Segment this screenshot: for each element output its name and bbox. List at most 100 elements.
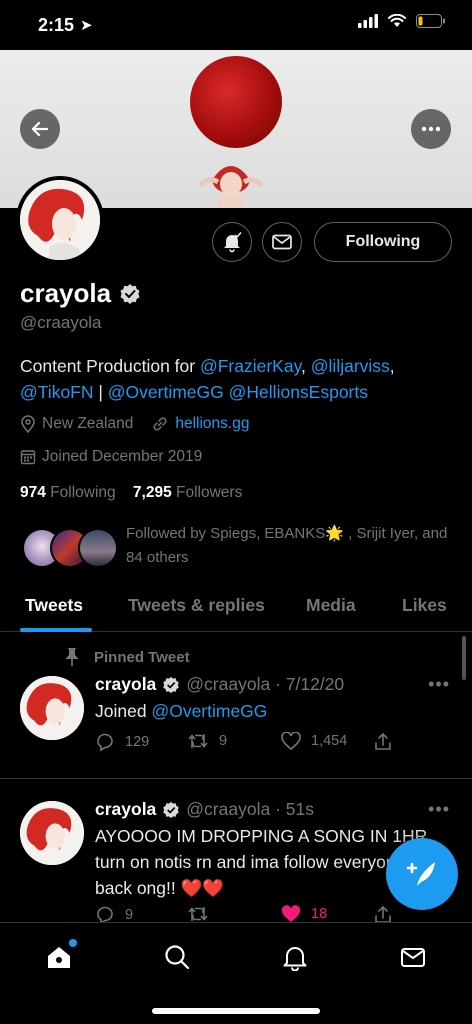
more-icon xyxy=(421,126,441,132)
tweet-author-name[interactable]: crayola xyxy=(95,799,156,820)
home-indicator[interactable] xyxy=(152,1008,320,1014)
retweet-button[interactable]: 9 xyxy=(187,732,227,750)
like-button[interactable]: 1,454 xyxy=(281,732,347,750)
verified-badge-icon xyxy=(163,801,180,818)
tab-tweets[interactable]: Tweets xyxy=(25,595,83,616)
more-options-button[interactable] xyxy=(411,109,451,149)
followed-by-avatars[interactable] xyxy=(22,528,122,568)
notifications-icon xyxy=(283,947,307,971)
share-icon xyxy=(375,732,391,750)
profile-meta-row: New Zealand hellions.gg xyxy=(20,415,249,433)
tweet-text: Joined @OvertimeGG xyxy=(95,698,455,724)
like-count: 18 xyxy=(311,906,328,922)
bio-mention-overtimegg[interactable]: @OvertimeGG xyxy=(108,382,224,402)
followers-count-link[interactable]: 7,295 Followers xyxy=(133,484,242,501)
retweet-icon xyxy=(188,734,208,748)
status-time: 2:15 xyxy=(38,15,75,35)
following-button[interactable]: Following xyxy=(314,222,452,262)
calendar-icon xyxy=(20,450,36,465)
bio-mention-frazierkay[interactable]: @FrazierKay xyxy=(200,356,301,376)
nav-home[interactable] xyxy=(43,939,77,973)
tweet-header: crayola @craayola · 7/12/20 xyxy=(95,674,344,695)
pinned-label: Pinned Tweet xyxy=(94,648,190,666)
wifi-icon xyxy=(388,14,406,27)
reply-button[interactable]: 129 xyxy=(95,732,149,752)
nav-notifications[interactable] xyxy=(279,941,311,973)
bio-separator: , xyxy=(389,356,395,376)
banner-red-moon xyxy=(190,56,282,148)
status-indicators xyxy=(358,14,446,28)
link-icon xyxy=(153,417,167,431)
share-button[interactable] xyxy=(373,732,393,752)
tab-likes[interactable]: Likes xyxy=(402,595,447,616)
message-button[interactable] xyxy=(262,222,302,262)
avatar-illustration xyxy=(20,180,100,260)
avatar-illustration xyxy=(20,801,84,865)
tweet-text-prefix: Joined xyxy=(95,701,152,721)
notifications-toggle-button[interactable] xyxy=(212,222,252,262)
tweet-header: crayola @craayola · 51s xyxy=(95,799,314,820)
retweet-button[interactable] xyxy=(187,905,209,923)
tweet-handle-time: @craayola · 7/12/20 xyxy=(186,674,345,694)
back-button[interactable] xyxy=(20,109,60,149)
pinned-indicator: Pinned Tweet xyxy=(64,647,190,667)
profile-name: crayola xyxy=(20,278,112,308)
cellular-signal-icon xyxy=(358,14,378,28)
following-count-link[interactable]: 974 Following xyxy=(20,484,116,501)
profile-joined-row: Joined December 2019 xyxy=(20,448,202,466)
verified-badge-icon xyxy=(163,676,180,693)
nav-search[interactable] xyxy=(161,941,193,973)
profile-location: New Zealand xyxy=(42,415,134,432)
followed-by-text[interactable]: Followed by Spiegs, EBANKS🌟 , Srijit Iye… xyxy=(126,522,456,570)
avatar-illustration xyxy=(20,676,84,740)
notification-bell-icon xyxy=(224,231,242,253)
bio-separator: | xyxy=(93,382,108,402)
bio-mention-liljarviss[interactable]: @liljarviss xyxy=(311,356,390,376)
status-bar: 2:15 ➤ xyxy=(0,0,472,50)
home-notification-dot xyxy=(69,939,77,947)
reply-count: 9 xyxy=(125,907,134,923)
location-arrow-icon: ➤ xyxy=(80,17,93,34)
like-count: 1,454 xyxy=(311,733,348,749)
compose-feather-icon xyxy=(406,862,435,886)
followers-count: 7,295 xyxy=(132,484,172,501)
followers-label: Followers xyxy=(176,484,243,501)
profile-joined-date: Joined December 2019 xyxy=(42,448,203,465)
tweet-author-name[interactable]: crayola xyxy=(95,674,156,695)
message-envelope-icon xyxy=(272,234,292,250)
tweet-pinned[interactable]: Pinned Tweet crayola @craayola · 7/12/20… xyxy=(0,634,472,778)
follow-counts: 974 Following 7,295 Followers xyxy=(20,484,242,502)
tweet-text: AYOOOO IM DROPPING A SONG IN 1HR turn on… xyxy=(95,826,428,898)
bio-mention-hellionsesports[interactable]: @HellionsEsports xyxy=(229,382,368,402)
tweet-mention-overtimegg[interactable]: @OvertimeGG xyxy=(151,701,267,721)
tweet-avatar[interactable] xyxy=(20,801,84,865)
tweet-more-button[interactable]: ••• xyxy=(428,674,450,695)
compose-tweet-button[interactable] xyxy=(386,838,458,910)
following-count: 974 xyxy=(20,484,46,501)
following-label: Following xyxy=(50,484,116,501)
heart-icon xyxy=(281,732,301,750)
tab-media[interactable]: Media xyxy=(306,595,356,616)
verified-badge-icon xyxy=(120,283,140,304)
search-icon xyxy=(165,945,190,970)
reply-icon xyxy=(97,733,113,752)
back-arrow-icon xyxy=(31,121,49,137)
tab-tweets-and-replies[interactable]: Tweets & replies xyxy=(128,595,265,616)
battery-icon xyxy=(416,14,445,28)
bio-separator: , xyxy=(301,356,311,376)
nav-messages[interactable] xyxy=(397,941,429,973)
tweet-avatar[interactable] xyxy=(20,676,84,740)
follower-avatar xyxy=(78,528,118,568)
pin-icon xyxy=(66,648,78,666)
profile-avatar[interactable] xyxy=(16,176,104,264)
profile-handle: @craayola xyxy=(20,313,102,332)
tweet-more-button[interactable]: ••• xyxy=(428,799,450,820)
heart-filled-icon xyxy=(281,905,301,922)
bio-text: Content Production for xyxy=(20,356,200,376)
bio-mention-tikofn[interactable]: @TikoFN xyxy=(20,382,94,402)
tweet-handle-time: @craayola · 51s xyxy=(186,799,314,819)
like-button[interactable]: 18 xyxy=(281,905,327,923)
retweet-count: 9 xyxy=(219,733,228,749)
profile-website-link[interactable]: hellions.gg xyxy=(175,415,249,433)
retweet-icon xyxy=(188,907,208,921)
